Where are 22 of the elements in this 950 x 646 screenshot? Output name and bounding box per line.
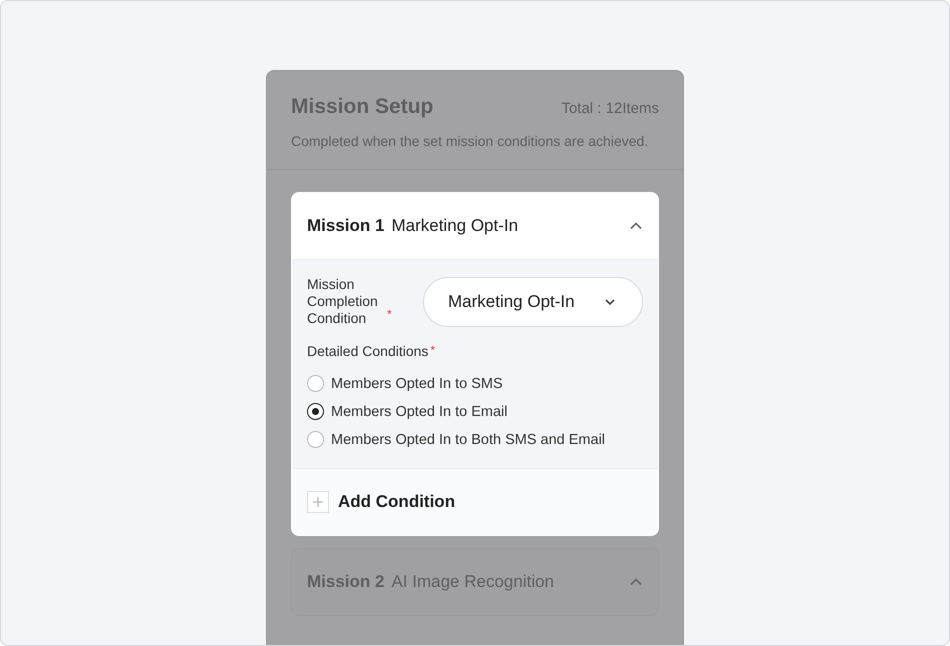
radio-button[interactable] [307,375,324,392]
radio-button[interactable] [307,403,324,420]
plus-icon [307,491,329,513]
mission-number: Mission 2 [307,572,384,592]
dropdown-chevron-icon [604,298,616,306]
radio-option[interactable]: Members Opted In to Email [307,403,643,420]
add-condition-button[interactable]: Add Condition [307,491,456,513]
required-mark: * [387,306,392,323]
panel-description: Completed when the set mission conditions are achieved. [291,133,650,149]
detailed-conditions-label: Detailed Conditions [307,343,428,359]
condition-dropdown[interactable]: Marketing Opt-In [423,276,643,326]
required-mark: * [430,343,436,357]
completion-condition-label: Mission Completion Condition [307,276,379,327]
total-count: Total : 12Items [561,100,659,117]
mission-number: Mission 1 [307,216,384,236]
radio-option[interactable]: Members Opted In to Both SMS and Email [307,431,643,448]
mission-name: AI Image Recognition [391,572,556,592]
mission-name: Marketing Opt-In [391,216,520,236]
panel-title: Mission Setup [291,95,434,119]
radio-button[interactable] [307,431,324,448]
radio-option[interactable]: Members Opted In to SMS [307,375,643,392]
collapse-chevron-icon[interactable] [630,222,642,230]
